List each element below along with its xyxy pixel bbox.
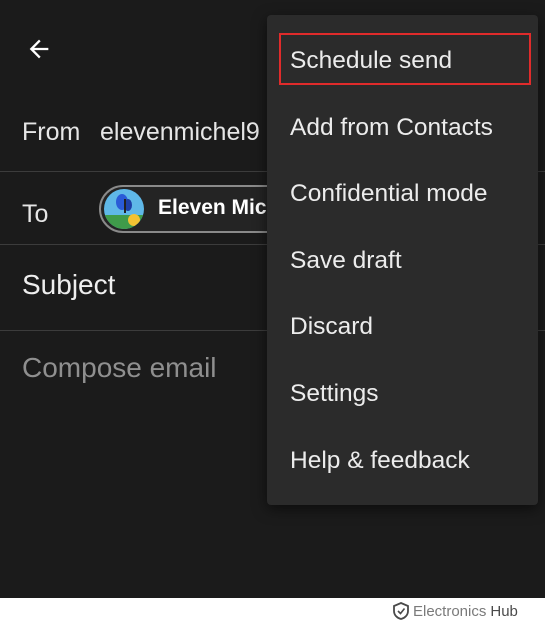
to-label: To <box>22 200 49 228</box>
menu-item-label: Add from Contacts <box>290 114 493 141</box>
menu-item-label: Save draft <box>290 247 402 274</box>
from-label: From <box>22 118 81 146</box>
menu-item-label: Settings <box>290 380 379 407</box>
watermark: Electronics Hub <box>393 602 518 620</box>
compose-body-field[interactable]: Compose email <box>22 352 217 384</box>
compose-screen: From elevenmichel9 To Eleven Mic Subject… <box>0 0 545 598</box>
menu-item-confidential-mode[interactable]: Confidential mode <box>267 161 538 227</box>
recipient-name: Eleven Mic <box>158 196 267 219</box>
menu-item-label: Confidential mode <box>290 180 488 207</box>
highlight-box <box>279 33 531 85</box>
shield-logo-icon <box>393 602 409 620</box>
menu-item-discard[interactable]: Discard <box>267 294 538 360</box>
back-button[interactable] <box>22 32 56 66</box>
butterfly-avatar-icon <box>104 189 144 229</box>
watermark-hub-text: Hub <box>490 602 518 620</box>
arrow-left-icon <box>29 39 49 59</box>
menu-item-label: Help & feedback <box>290 447 470 474</box>
menu-item-save-draft[interactable]: Save draft <box>267 228 538 294</box>
watermark-text: Electronics <box>413 602 487 620</box>
overflow-menu: Schedule send Add from Contacts Confiden… <box>267 15 538 505</box>
menu-item-add-from-contacts[interactable]: Add from Contacts <box>267 95 538 161</box>
avatar <box>104 189 144 229</box>
menu-item-label: Discard <box>290 313 374 340</box>
menu-item-help-feedback[interactable]: Help & feedback <box>267 428 538 494</box>
from-address[interactable]: elevenmichel9 <box>100 118 260 147</box>
subject-field[interactable]: Subject <box>22 269 115 301</box>
menu-item-settings[interactable]: Settings <box>267 361 538 427</box>
